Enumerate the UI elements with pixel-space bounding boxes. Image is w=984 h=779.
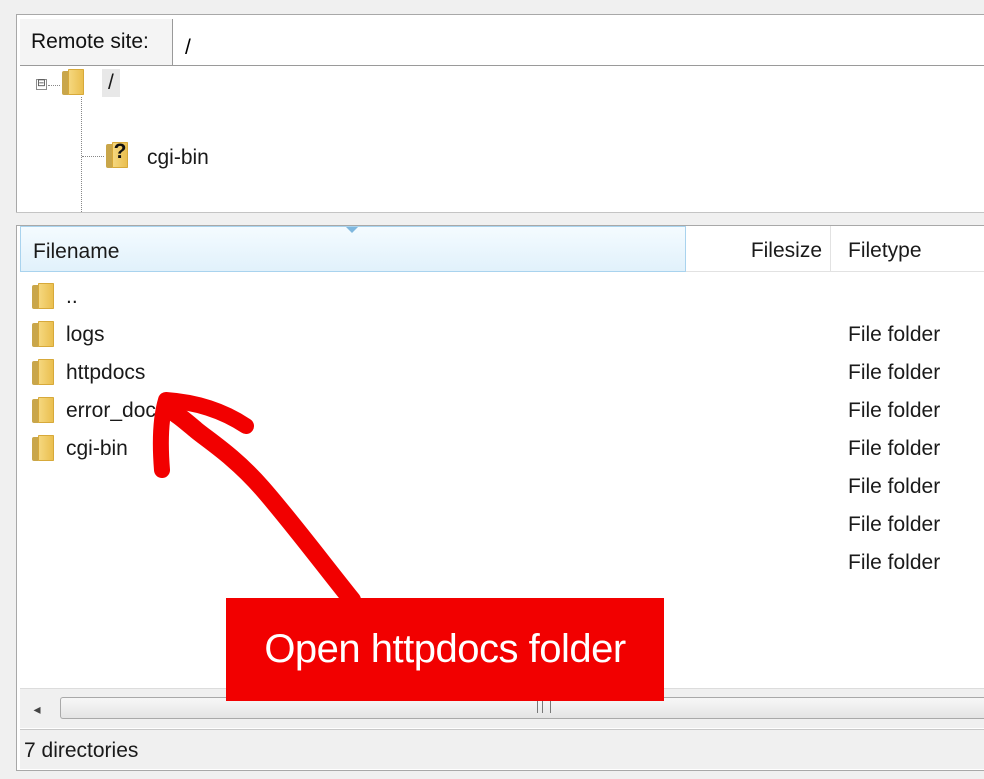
remote-site-bar: Remote site: bbox=[20, 19, 984, 66]
file-name: httpdocs bbox=[66, 361, 146, 384]
file-name: cgi-bin bbox=[66, 437, 128, 460]
file-type: File folder bbox=[848, 323, 941, 346]
file-type: File folder bbox=[848, 475, 941, 498]
folder-icon bbox=[32, 321, 54, 347]
remote-site-path-input[interactable] bbox=[172, 19, 984, 65]
folder-icon bbox=[32, 435, 54, 461]
remote-directory-tree: ⊟ / ? cgi-bin bbox=[20, 66, 984, 212]
file-row[interactable]: File folder bbox=[20, 505, 984, 543]
folder-icon bbox=[32, 397, 54, 423]
status-bar: 7 directories bbox=[20, 729, 984, 769]
file-type: File folder bbox=[848, 513, 941, 536]
tree-connector bbox=[82, 156, 104, 157]
sort-ascending-icon bbox=[346, 227, 358, 233]
file-row-httpdocs[interactable]: httpdocs File folder bbox=[20, 353, 984, 391]
column-header-filetype[interactable]: Filetype bbox=[831, 226, 984, 272]
file-name: error_docs bbox=[66, 399, 167, 422]
tree-node-cgi-bin[interactable]: cgi-bin bbox=[147, 146, 209, 170]
collapse-toggle-icon[interactable]: ⊟ bbox=[36, 79, 47, 90]
column-header-filesize[interactable]: Filesize bbox=[686, 226, 831, 272]
grip-icon bbox=[537, 701, 551, 713]
unknown-folder-icon: ? bbox=[106, 140, 128, 168]
file-row[interactable]: File folder bbox=[20, 543, 984, 581]
file-row-logs[interactable]: logs File folder bbox=[20, 315, 984, 353]
column-header-filename[interactable]: Filename bbox=[20, 226, 686, 272]
folder-icon bbox=[32, 283, 54, 309]
scroll-left-arrow-icon[interactable]: ◂ bbox=[20, 695, 54, 723]
file-type: File folder bbox=[848, 437, 941, 460]
file-type: File folder bbox=[848, 361, 941, 384]
root-folder-icon bbox=[62, 69, 84, 95]
tree-connector bbox=[48, 85, 60, 86]
file-row-error-docs[interactable]: error_docs File folder bbox=[20, 391, 984, 429]
file-row-cgi-bin[interactable]: cgi-bin File folder bbox=[20, 429, 984, 467]
tree-connector bbox=[81, 97, 82, 212]
annotation-callout: Open httpdocs folder bbox=[226, 598, 664, 701]
file-row-parent-dir[interactable]: .. bbox=[20, 277, 984, 315]
file-row[interactable]: File folder bbox=[20, 467, 984, 505]
file-name: logs bbox=[66, 323, 105, 346]
pane-splitter[interactable] bbox=[16, 212, 984, 226]
file-type: File folder bbox=[848, 399, 941, 422]
file-type: File folder bbox=[848, 551, 941, 574]
tree-root-node[interactable]: / bbox=[102, 69, 120, 97]
remote-site-label: Remote site: bbox=[31, 30, 149, 53]
folder-icon bbox=[32, 359, 54, 385]
status-text: 7 directories bbox=[24, 739, 139, 762]
file-name: .. bbox=[66, 285, 78, 308]
